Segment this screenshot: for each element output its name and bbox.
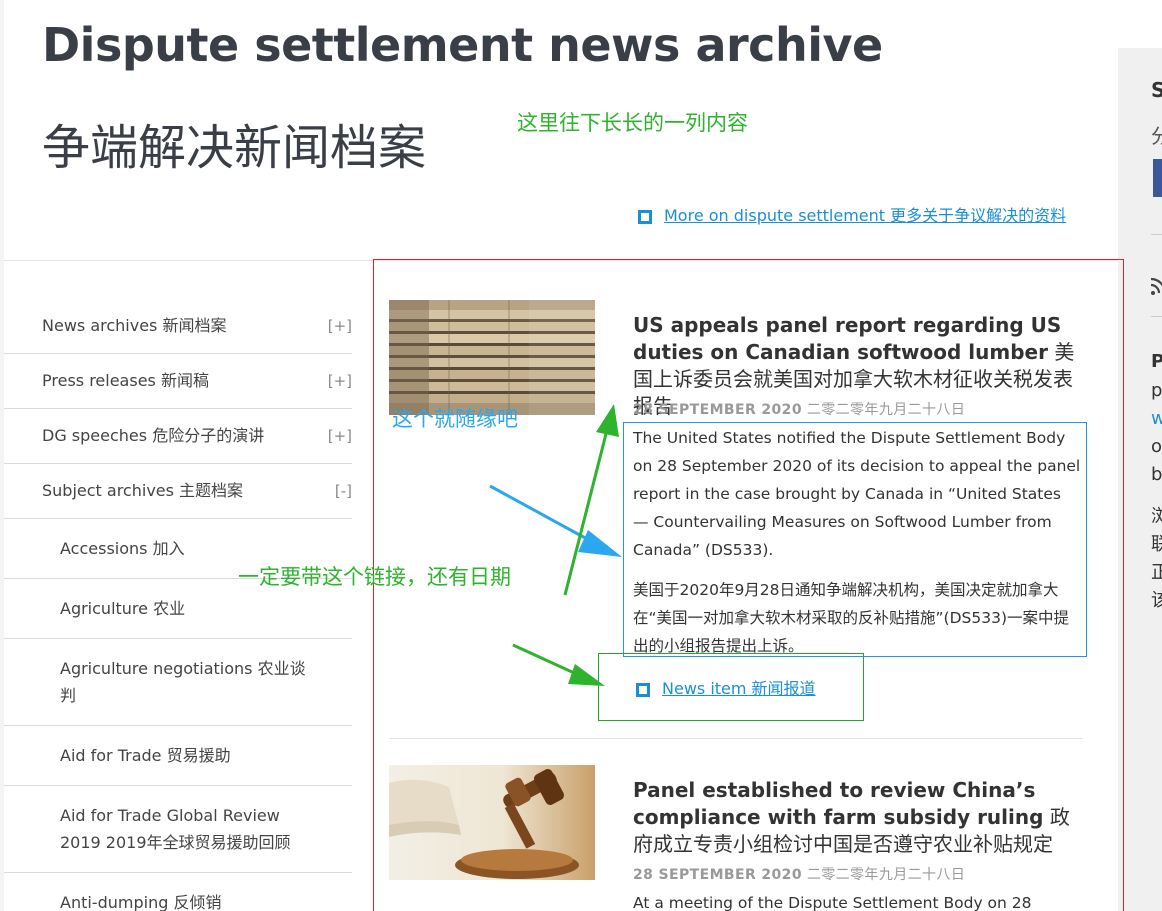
- sidebar: News archives 新闻档案 [+] Press releases 新闻…: [4, 299, 352, 911]
- sidebar-item-label: Aid for Trade 贸易援助: [60, 746, 231, 765]
- right-text: P: [1151, 351, 1162, 372]
- right-text-cn: 正: [1151, 562, 1162, 583]
- sidebar-item-label: Agriculture 农业: [60, 599, 186, 618]
- collapse-toggle[interactable]: [-]: [335, 480, 352, 502]
- sidebar-subitem-agriculture-negotiations[interactable]: Agriculture negotiations 农业谈判: [4, 639, 352, 726]
- right-divider: [1151, 234, 1162, 235]
- sidebar-item-label: Press releases 新闻稿: [42, 371, 209, 390]
- sidebar-subitem-aid-for-trade[interactable]: Aid for Trade 贸易援助: [4, 726, 352, 786]
- sidebar-item-dg-speeches[interactable]: DG speeches 危险分子的演讲 [+]: [4, 409, 352, 464]
- sidebar-item-subject-archives[interactable]: Subject archives 主题档案 [-]: [4, 464, 352, 519]
- sidebar-item-press-releases[interactable]: Press releases 新闻稿 [+]: [4, 354, 352, 409]
- sidebar-item-label: Agriculture negotiations 农业谈判: [60, 659, 306, 705]
- sidebar-item-label: Subject archives 主题档案: [42, 481, 244, 500]
- expand-toggle[interactable]: [+]: [328, 370, 352, 392]
- sidebar-item-label: News archives 新闻档案: [42, 316, 227, 335]
- sidebar-item-label: Accessions 加入: [60, 539, 185, 558]
- annotation-link-note: 一定要带这个链接，还有日期: [238, 565, 511, 589]
- right-text-cn: 该: [1151, 590, 1162, 611]
- right-text: b: [1151, 464, 1162, 485]
- expand-toggle[interactable]: [+]: [328, 425, 352, 447]
- square-bullet-icon: [638, 209, 652, 224]
- sidebar-item-news-archives[interactable]: News archives 新闻档案 [+]: [4, 299, 352, 354]
- right-column: S 分 P p w o b 浏 联 正 该: [1118, 48, 1162, 911]
- right-divider: [1151, 316, 1162, 317]
- sidebar-subitem-aid-for-trade-global-review[interactable]: Aid for Trade Global Review 2019 2019年全球…: [4, 786, 352, 873]
- sidebar-item-label: DG speeches 危险分子的演讲: [42, 426, 265, 445]
- right-heading: S: [1151, 78, 1162, 102]
- right-text-cn: 浏: [1151, 506, 1162, 527]
- right-text-cn: 联: [1151, 534, 1162, 555]
- rss-icon[interactable]: [1151, 274, 1162, 296]
- annotation-top-note: 这里往下长长的一列内容: [517, 111, 748, 135]
- sidebar-item-label: Anti-dumping 反倾销: [60, 893, 222, 911]
- more-on-dispute-settlement-link[interactable]: More on dispute settlement 更多关于争议解决的资料: [664, 206, 1066, 225]
- sidebar-subitem-anti-dumping[interactable]: Anti-dumping 反倾销: [4, 873, 352, 911]
- right-text: p: [1151, 380, 1162, 401]
- expand-toggle[interactable]: [+]: [328, 315, 352, 337]
- right-text: o: [1151, 436, 1162, 457]
- right-heading-cn: 分: [1151, 124, 1162, 148]
- sidebar-item-label: Aid for Trade Global Review 2019 2019年全球…: [60, 806, 291, 852]
- page-subtitle-cn: 争端解决新闻档案: [42, 120, 427, 176]
- right-link[interactable]: w: [1151, 405, 1162, 432]
- annotation-blue-box: [623, 422, 1087, 657]
- annotation-image-note: 这个就随缘吧: [392, 407, 518, 431]
- more-on-dispute-settlement: More on dispute settlement 更多关于争议解决的资料: [638, 202, 1066, 226]
- share-button[interactable]: [1153, 159, 1162, 197]
- page-title: Dispute settlement news archive: [42, 18, 883, 72]
- annotation-green-box: [598, 653, 864, 721]
